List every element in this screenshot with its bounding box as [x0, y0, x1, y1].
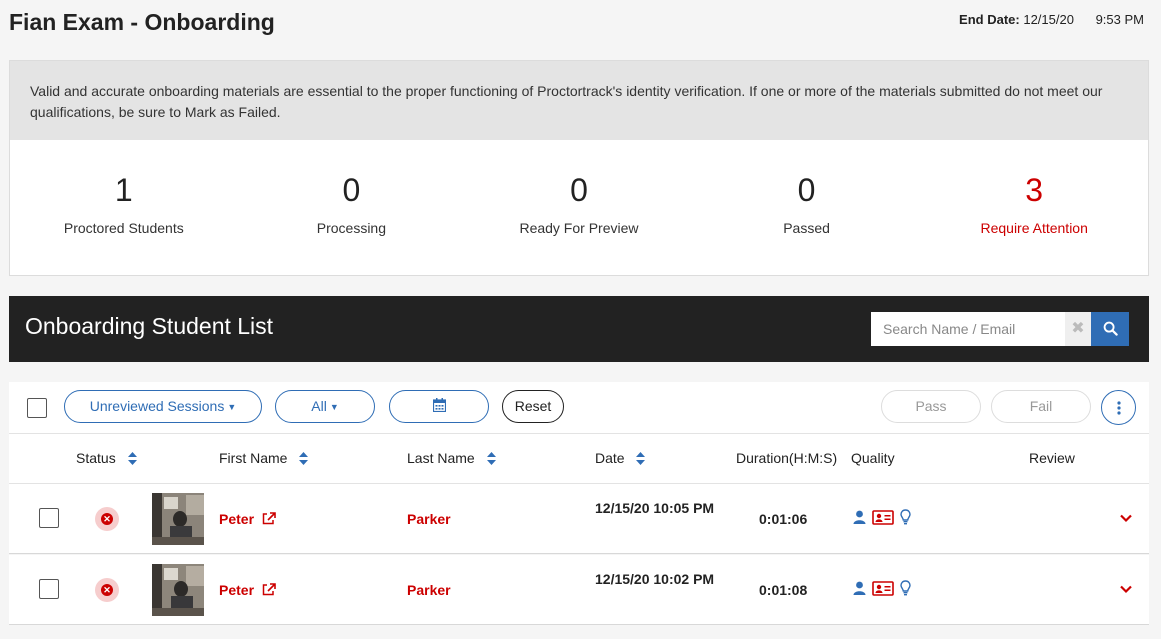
reset-button[interactable]: Reset	[502, 390, 564, 423]
type-filter-dropdown[interactable]: All ▼	[275, 390, 375, 423]
fail-button[interactable]: Fail	[991, 390, 1091, 423]
user-icon[interactable]	[853, 581, 866, 595]
sort-icon	[127, 452, 137, 465]
end-date: End Date: 12/15/20 9:53 PM	[959, 12, 1144, 27]
onboarding-summary-panel: Valid and accurate onboarding materials …	[9, 60, 1149, 276]
external-link-icon	[262, 512, 276, 525]
sort-icon	[299, 452, 309, 465]
stat-require-attention[interactable]: 3 Require Attention	[920, 140, 1148, 276]
row-checkbox[interactable]	[39, 508, 59, 528]
date-filter-button[interactable]	[389, 390, 489, 423]
stat-label: Ready For Preview	[519, 220, 639, 236]
info-message: Valid and accurate onboarding materials …	[10, 61, 1148, 140]
id-card-icon[interactable]	[872, 580, 894, 596]
stat-label: Require Attention	[980, 220, 1088, 236]
stat-value: 0	[570, 172, 588, 208]
sort-icon	[486, 452, 496, 465]
quality-indicators	[853, 580, 911, 596]
stat-processing: 0 Processing	[238, 140, 466, 276]
user-icon[interactable]	[853, 510, 866, 524]
session-duration: 0:01:08	[759, 582, 808, 598]
end-date-value: 12/15/20	[1023, 12, 1074, 27]
clear-search-icon[interactable]: ✖	[1065, 312, 1091, 346]
session-filter-label: Unreviewed Sessions	[89, 398, 225, 414]
status-failed-icon: ✕	[95, 507, 119, 531]
end-time-value: 9:53 PM	[1095, 12, 1144, 27]
sort-icon	[636, 452, 646, 465]
column-quality: Quality	[851, 450, 895, 466]
pass-button[interactable]: Pass	[881, 390, 981, 423]
stat-value: 0	[342, 172, 361, 208]
stat-label: Proctored Students	[63, 220, 184, 236]
list-toolbar: Unreviewed Sessions ▼ All ▼ Reset Pass Fai…	[9, 382, 1149, 434]
column-label: Status	[76, 450, 116, 466]
id-card-icon[interactable]	[872, 509, 894, 525]
column-first-name[interactable]: First Name	[219, 450, 309, 466]
caret-down-icon: ▼	[227, 402, 237, 412]
first-name: Peter	[219, 582, 255, 598]
page-title: Fian Exam - Onboarding	[9, 9, 275, 35]
column-last-name[interactable]: Last Name	[407, 450, 496, 466]
quality-indicators	[853, 509, 911, 525]
session-date: 12/15/20 10:05 PM	[595, 500, 715, 516]
type-filter-label: All	[311, 398, 327, 414]
external-link-icon	[262, 583, 276, 596]
column-review: Review	[1029, 450, 1075, 466]
search-button[interactable]	[1091, 312, 1129, 346]
last-name: Parker	[407, 582, 451, 598]
stat-proctored-students: 1 Proctored Students	[10, 140, 238, 276]
stats-row: 1 Proctored Students 0 Processing 0 Read…	[10, 140, 1148, 276]
column-label: Date	[595, 450, 625, 466]
student-list-header: Onboarding Student List ✖	[9, 296, 1149, 362]
search-input[interactable]	[871, 312, 1065, 346]
page-header: Fian Exam - Onboarding End Date: 12/15/2…	[9, 0, 1149, 44]
lightbulb-icon[interactable]	[900, 509, 911, 525]
stat-value: 3	[1025, 172, 1044, 208]
list-title: Onboarding Student List	[25, 313, 274, 339]
calendar-icon	[432, 398, 446, 413]
stat-passed: 0 Passed	[693, 140, 921, 276]
lightbulb-icon[interactable]	[900, 580, 911, 596]
end-date-label: End Date:	[959, 12, 1020, 27]
caret-down-icon: ▼	[329, 402, 339, 412]
table-header: Status First Name Last Name Date Duratio…	[9, 434, 1149, 484]
first-name: Peter	[219, 511, 255, 527]
student-photo-thumbnail[interactable]	[152, 564, 204, 616]
select-all-checkbox[interactable]	[27, 398, 47, 418]
column-date[interactable]: Date	[595, 450, 646, 466]
column-duration: Duration(H:M:S)	[736, 450, 838, 466]
column-label: First Name	[219, 450, 288, 466]
more-options-button[interactable]	[1101, 390, 1136, 425]
session-duration: 0:01:06	[759, 511, 808, 527]
kebab-icon	[1116, 401, 1121, 415]
column-status[interactable]: Status	[76, 450, 137, 466]
session-date: 12/15/20 10:02 PM	[595, 571, 715, 587]
table-row[interactable]: ✕ Peter Parker 12/15/20 10:05 PM 0:01:06	[9, 484, 1149, 554]
first-name-link[interactable]: Peter	[219, 582, 276, 598]
search-box: ✖	[871, 312, 1129, 346]
last-name: Parker	[407, 511, 451, 527]
column-label: Last Name	[407, 450, 475, 466]
stat-ready-for-preview: 0 Ready For Preview	[465, 140, 693, 276]
stat-value: 0	[797, 172, 816, 208]
student-photo-thumbnail[interactable]	[152, 493, 204, 545]
row-checkbox[interactable]	[39, 579, 59, 599]
status-failed-icon: ✕	[95, 578, 119, 602]
first-name-link[interactable]: Peter	[219, 511, 276, 527]
table-row[interactable]: ✕ Peter Parker 12/15/20 10:02 PM 0:01:08	[9, 555, 1149, 625]
chevron-down-icon[interactable]	[1120, 514, 1132, 523]
session-filter-dropdown[interactable]: Unreviewed Sessions ▼	[64, 390, 262, 423]
chevron-down-icon[interactable]	[1120, 585, 1132, 594]
search-icon	[1103, 321, 1118, 336]
stat-label: Processing	[316, 220, 387, 236]
stat-label: Passed	[783, 220, 830, 236]
stat-value: 1	[114, 172, 133, 208]
